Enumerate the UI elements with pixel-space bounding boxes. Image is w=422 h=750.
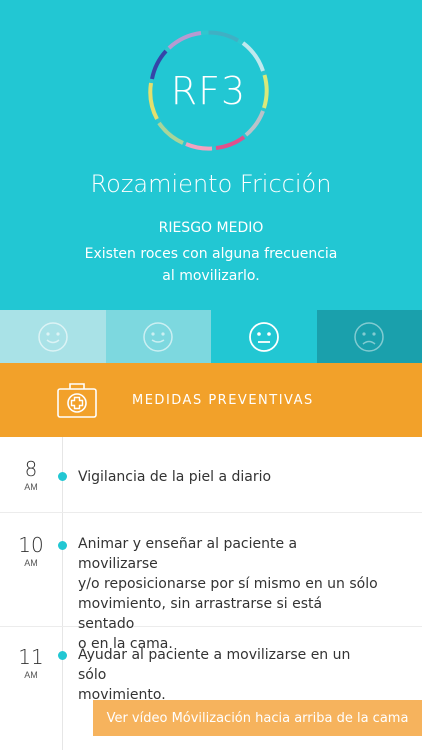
smile-icon bbox=[143, 321, 173, 352]
risk-header: RF3 Rozamiento Fricción RIESGO MEDIO Exi… bbox=[0, 0, 422, 310]
risk-title: Rozamiento Fricción bbox=[90, 170, 332, 198]
risk-description-line: Existen roces con alguna frecuencia bbox=[84, 246, 338, 262]
schedule-item[interactable]: 10 AM Animar y enseñar al paciente a mov… bbox=[0, 513, 422, 652]
risk-description-line: al movilizarlo. bbox=[162, 268, 260, 284]
schedule-hour: 10 bbox=[18, 533, 44, 557]
preventive-measures-title: MEDIDAS PREVENTIVAS bbox=[132, 393, 314, 408]
rating-option-sad[interactable] bbox=[316, 310, 422, 363]
schedule-time: 11 AM bbox=[0, 645, 62, 680]
schedule-time: 10 AM bbox=[0, 533, 62, 568]
schedule-item[interactable]: 8 AM Vigilancia de la piel a diario bbox=[0, 437, 422, 513]
schedule-time: 8 AM bbox=[0, 457, 62, 492]
neutral-face-icon bbox=[248, 321, 279, 352]
smile-icon bbox=[38, 321, 68, 352]
schedule-hour: 11 bbox=[18, 645, 44, 669]
schedule-text-line: Animar y enseñar al paciente a movilizar… bbox=[78, 536, 298, 572]
rating-option-neutral[interactable] bbox=[211, 310, 317, 363]
schedule-ampm: AM bbox=[24, 670, 38, 680]
schedule-text: Vigilancia de la piel a diario bbox=[78, 469, 272, 485]
schedule-hour: 8 bbox=[24, 457, 38, 481]
schedule-text-line: y/o reposicionarse por sí mismo en un só… bbox=[78, 576, 378, 592]
schedule-ampm: AM bbox=[24, 482, 38, 492]
rating-option-happy[interactable] bbox=[105, 310, 211, 363]
schedule-text: Ayudar al paciente a movilizarse en un s… bbox=[78, 645, 378, 705]
timeline-dot bbox=[58, 651, 67, 660]
schedule-text-line: Ayudar al paciente a movilizarse en un s… bbox=[78, 647, 351, 683]
watch-video-button[interactable]: Ver vídeo Móvilización hacia arriba de l… bbox=[93, 700, 422, 736]
risk-description: Existen roces con alguna frecuencia al m… bbox=[60, 243, 362, 287]
schedule-ampm: AM bbox=[24, 558, 38, 568]
first-aid-kit-icon bbox=[57, 383, 97, 418]
risk-rating-bar bbox=[0, 310, 422, 363]
timeline-dot bbox=[58, 541, 67, 550]
risk-code: RF3 bbox=[170, 68, 247, 113]
rating-option-very-happy[interactable] bbox=[0, 310, 106, 363]
timeline-dot bbox=[58, 472, 67, 481]
sad-face-icon bbox=[354, 321, 384, 352]
risk-level: RIESGO MEDIO bbox=[158, 220, 264, 236]
preventive-measures-header: MEDIDAS PREVENTIVAS bbox=[0, 363, 422, 437]
